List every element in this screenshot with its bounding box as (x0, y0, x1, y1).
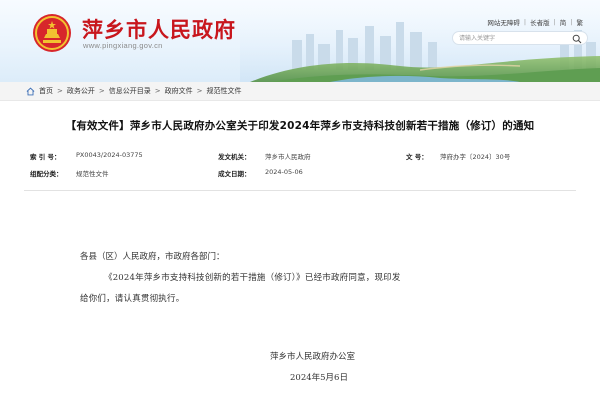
index-number-value: PX0043/2024-03775 (76, 151, 143, 159)
category-value: 规范性文件 (76, 170, 109, 178)
signature-date: 2024年5月6日 (290, 373, 348, 383)
document-number-value: 萍府办字〔2024〕30号 (440, 153, 511, 161)
breadcrumb-separator: > (154, 87, 161, 95)
written-date-value: 2024-05-06 (265, 168, 303, 176)
breadcrumb-separator: > (98, 87, 105, 95)
breadcrumb-separator: > (196, 87, 203, 95)
search-box (452, 31, 588, 45)
simplified-chinese-link[interactable]: 简 (557, 17, 570, 27)
index-number-label: 索 引 号： (30, 153, 61, 161)
breadcrumb-separator: > (57, 87, 63, 95)
body-paragraph-line-2: 给你们，请认真贯彻执行。 (80, 294, 185, 304)
breadcrumb-bar: 首页 > 政务公开 > 信息公开目录 > 政府文件 > 规范性文件 (0, 82, 600, 101)
document-number-label: 文 号： (406, 153, 428, 161)
body-paragraph-line-1: 《2024年萍乡市支持科技创新的若干措施（修订）》已经市政府同意，现印发 (104, 273, 401, 283)
document-title: 【有效文件】萍乡市人民政府办公室关于印发2024年萍乡市支持科技创新若干措施（修… (65, 120, 535, 132)
breadcrumb: 首页 > 政务公开 > 信息公开目录 > 政府文件 > 规范性文件 (26, 86, 243, 96)
search-icon[interactable] (572, 34, 582, 44)
header-banner: 萍乡市人民政府 www.pingxiang.gov.cn 网站无障碍 | 长者版… (0, 0, 600, 82)
breadcrumb-info-catalog[interactable]: 信息公开目录 (108, 86, 152, 96)
breadcrumb-home[interactable]: 首页 (38, 86, 54, 96)
breadcrumb-gov-affairs[interactable]: 政务公开 (66, 86, 96, 96)
top-links: 网站无障碍 | 长者版 | 简 | 繁 (484, 17, 586, 27)
breadcrumb-normative-documents[interactable]: 规范性文件 (206, 86, 243, 96)
breadcrumb-gov-documents[interactable]: 政府文件 (164, 86, 194, 96)
issuer-label: 发文机关： (218, 153, 251, 161)
search-input[interactable] (459, 34, 569, 43)
meta-divider (24, 190, 576, 191)
home-icon (26, 87, 35, 95)
written-date-label: 成文日期： (218, 170, 251, 178)
national-emblem-icon (33, 14, 71, 52)
salutation: 各县（区）人民政府，市政府各部门： (80, 252, 225, 262)
category-label: 组配分类： (30, 170, 63, 178)
traditional-chinese-link[interactable]: 繁 (574, 17, 587, 27)
signature-organization: 萍乡市人民政府办公室 (270, 352, 356, 362)
site-title[interactable]: 萍乡市人民政府 (82, 14, 236, 44)
issuer-value: 萍乡市人民政府 (265, 153, 311, 161)
elder-mode-link[interactable]: 长者版 (527, 17, 553, 27)
accessibility-link[interactable]: 网站无障碍 (484, 17, 523, 27)
site-domain: www.pingxiang.gov.cn (83, 41, 163, 50)
